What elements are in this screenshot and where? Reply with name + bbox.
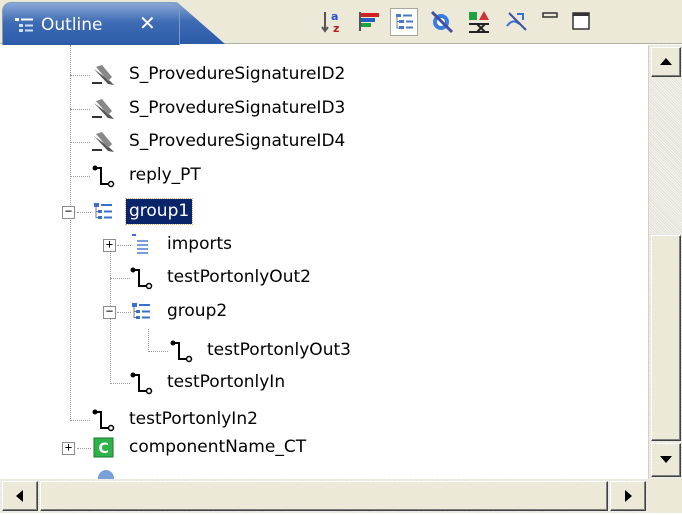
scroll-thumb[interactable] — [651, 235, 681, 441]
signature-pen-icon — [90, 61, 118, 89]
scrollbar-corner — [648, 479, 682, 513]
tree-item-label: testPortonlyIn — [167, 372, 286, 392]
partial-row-icon — [94, 468, 122, 479]
tree-item-label: S_ProvedureSignatureID3 — [129, 98, 346, 118]
maximize-icon[interactable] — [568, 8, 596, 36]
port-type-icon — [90, 162, 118, 190]
hierarchy-tree-icon[interactable] — [390, 8, 418, 36]
svg-text:z: z — [333, 22, 339, 35]
expand-toggle[interactable]: + — [103, 238, 116, 252]
outline-icon — [14, 16, 34, 34]
tree-item-label: testPortonlyIn2 — [129, 409, 258, 429]
sort-alphabetical-icon[interactable]: a z — [320, 8, 348, 36]
scroll-up-button[interactable] — [651, 47, 681, 77]
minimize-icon[interactable] — [538, 8, 566, 36]
tree-item[interactable]: testPortonlyOut2 — [0, 262, 640, 294]
tree-item[interactable]: + imports — [0, 229, 640, 261]
tree-item-label: group2 — [167, 301, 228, 321]
tree-item[interactable]: testPortonlyIn — [0, 367, 640, 399]
signature-pen-icon — [90, 128, 118, 156]
outline-tree[interactable]: S_ProvedureSignatureID2 S_ProvedureSigna… — [0, 45, 648, 479]
scroll-down-button[interactable] — [651, 443, 681, 477]
tree-item-label: imports — [167, 234, 232, 254]
group-icon — [90, 198, 118, 226]
tree-item[interactable]: S_ProvedureSignatureID3 — [0, 93, 640, 125]
scroll-left-button[interactable] — [2, 481, 38, 511]
tree-item[interactable]: − group1 — [0, 196, 640, 228]
collapse-toggle[interactable]: − — [62, 205, 75, 219]
tree-item[interactable]: testPortonlyOut3 — [0, 335, 640, 367]
tree-item[interactable]: reply_PT — [0, 160, 640, 192]
port-type-icon — [128, 369, 156, 397]
tree-item[interactable] — [0, 466, 640, 479]
tree-item-label: reply_PT — [129, 165, 201, 185]
tree-item[interactable]: − group2 — [0, 296, 640, 328]
group-icon — [128, 298, 156, 326]
imports-icon — [128, 231, 156, 259]
scroll-thumb[interactable] — [40, 481, 608, 511]
signature-pen-icon — [90, 95, 118, 123]
tree-item[interactable]: S_ProvedureSignatureID2 — [0, 59, 640, 91]
show-types-icon[interactable] — [465, 8, 493, 36]
collapse-toggle[interactable]: − — [103, 305, 116, 319]
tree-item-label: S_ProvedureSignatureID4 — [129, 131, 346, 151]
tree-item[interactable]: + C componentName_CT — [0, 432, 640, 464]
close-icon[interactable]: ✕ — [139, 12, 156, 34]
tab-outline[interactable]: Outline ✕ — [2, 2, 180, 46]
scroll-right-button[interactable] — [610, 481, 646, 511]
port-type-icon — [90, 406, 118, 434]
expand-toggle[interactable]: + — [62, 441, 75, 455]
tree-item-label: componentName_CT — [129, 437, 307, 457]
view-titlebar: Outline ✕ a z — [0, 0, 682, 46]
hide-fields-icon[interactable] — [428, 8, 456, 36]
tree-item[interactable]: S_ProvedureSignatureID4 — [0, 126, 640, 158]
tree-item-label: testPortonlyOut2 — [167, 267, 311, 287]
filter-color-bars-icon[interactable] — [356, 8, 384, 36]
tab-label: Outline — [41, 15, 103, 35]
hide-nonpublic-icon[interactable] — [503, 8, 531, 36]
horizontal-scrollbar[interactable] — [0, 479, 648, 513]
vertical-scrollbar[interactable] — [648, 45, 682, 479]
svg-text:C: C — [99, 441, 109, 457]
port-type-icon — [128, 264, 156, 292]
tree-item-label: S_ProvedureSignatureID2 — [129, 64, 346, 84]
port-type-icon — [168, 337, 196, 365]
tree-item-label: group1 — [124, 198, 194, 225]
component-icon: C — [90, 434, 118, 462]
tree-item-label: testPortonlyOut3 — [207, 340, 351, 360]
